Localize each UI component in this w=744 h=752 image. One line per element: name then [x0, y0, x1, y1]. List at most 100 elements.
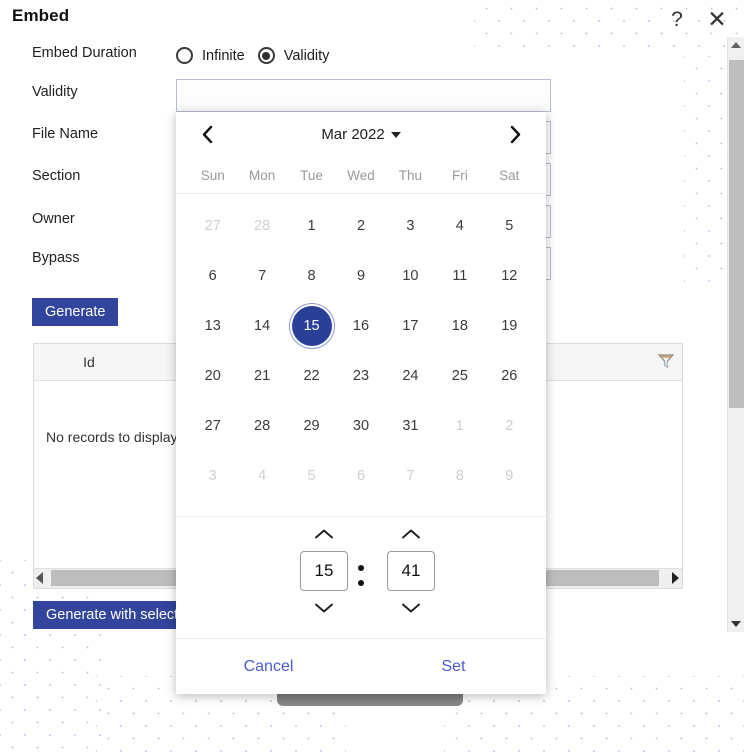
datetime-picker-popup: Mar 2022 Sun Mon Tue Wed Thu Fri Sat 27 28 1 2 3 4 5… — [176, 112, 546, 694]
triangle-up-icon[interactable] — [728, 37, 744, 53]
label-embed-duration: Embed Duration — [32, 45, 137, 61]
radio-infinite[interactable] — [176, 47, 193, 64]
calendar-day-number: 1 — [307, 218, 316, 234]
picker-time-section: 15 41 — [176, 516, 546, 635]
calendar-day[interactable]: 23 — [336, 351, 385, 401]
radio-validity-label[interactable]: Validity — [284, 48, 334, 64]
vertical-scroll-thumb[interactable] — [729, 60, 744, 408]
minute-chevron-down-icon[interactable] — [394, 597, 428, 619]
calendar-day[interactable]: 6 — [336, 451, 385, 501]
calendar-day[interactable]: 27 — [188, 201, 237, 251]
radio-infinite-label[interactable]: Infinite — [202, 48, 249, 64]
calendar-day-number: 5 — [505, 218, 514, 234]
calendar-day-number: 8 — [307, 268, 316, 284]
weekday-wed: Wed — [347, 167, 375, 183]
triangle-down-icon[interactable] — [728, 616, 744, 632]
calendar-day[interactable]: 30 — [336, 401, 385, 451]
picker-month-selector[interactable]: Mar 2022 — [321, 126, 401, 143]
grid-column-id[interactable]: Id — [34, 344, 144, 380]
calendar-day-number: 16 — [352, 318, 370, 334]
calendar-day[interactable]: 13 — [188, 301, 237, 351]
chevron-left-icon[interactable] — [194, 122, 220, 148]
calendar-day[interactable]: 28 — [237, 401, 286, 451]
calendar-day[interactable]: 26 — [485, 351, 534, 401]
calendar-day[interactable]: 6 — [188, 251, 237, 301]
calendar-day-number: 9 — [505, 468, 514, 484]
calendar-day[interactable]: 21 — [237, 351, 286, 401]
triangle-left-icon[interactable] — [36, 572, 43, 584]
validity-input[interactable] — [176, 79, 551, 112]
calendar-day-number: 28 — [254, 418, 271, 434]
time-separator — [354, 565, 368, 586]
funnel-filter-icon[interactable] — [658, 353, 674, 369]
caret-down-icon — [390, 131, 401, 138]
calendar-day-number: 15 — [291, 306, 332, 346]
calendar-day-number: 5 — [307, 468, 316, 484]
calendar-day-number: 10 — [402, 268, 419, 284]
calendar-day[interactable]: 10 — [386, 251, 435, 301]
calendar-day[interactable]: 25 — [435, 351, 484, 401]
hour-chevron-down-icon[interactable] — [307, 597, 341, 619]
calendar-day[interactable]: 8 — [435, 451, 484, 501]
calendar-day[interactable]: 2 — [485, 401, 534, 451]
cancel-button[interactable]: Cancel — [176, 658, 361, 676]
calendar-day-number: 1 — [455, 418, 464, 434]
chevron-right-icon[interactable] — [502, 122, 528, 148]
minute-stepper: 41 — [376, 523, 446, 619]
radio-validity[interactable] — [257, 47, 275, 64]
calendar-day[interactable]: 27 — [188, 401, 237, 451]
help-icon[interactable]: ? — [662, 4, 692, 34]
minute-chevron-up-icon[interactable] — [394, 523, 428, 545]
calendar-day-number: 27 — [204, 218, 221, 234]
calendar-day[interactable]: 3 — [386, 201, 435, 251]
triangle-right-icon[interactable] — [672, 572, 679, 584]
calendar-day[interactable]: 16 — [336, 301, 385, 351]
hour-chevron-up-icon[interactable] — [307, 523, 341, 545]
calendar-day[interactable]: 19 — [485, 301, 534, 351]
calendar-day[interactable]: 28 — [237, 201, 286, 251]
calendar-day-number: 7 — [258, 268, 267, 284]
calendar-day[interactable]: 4 — [237, 451, 286, 501]
calendar-day[interactable]: 20 — [188, 351, 237, 401]
picker-header: Mar 2022 — [176, 112, 546, 157]
calendar-day[interactable]: 9 — [485, 451, 534, 501]
calendar-day[interactable]: 8 — [287, 251, 336, 301]
calendar-day-number: 23 — [352, 368, 370, 384]
calendar-day[interactable]: 11 — [435, 251, 484, 301]
page-vertical-scrollbar[interactable] — [727, 37, 744, 632]
calendar-day-number: 6 — [208, 268, 217, 284]
calendar-day[interactable]: 14 — [237, 301, 286, 351]
grid-empty-message: No records to display — [46, 429, 178, 445]
calendar-day[interactable]: 31 — [386, 401, 435, 451]
calendar-day[interactable]: 17 — [386, 301, 435, 351]
calendar-day[interactable]: 12 — [485, 251, 534, 301]
hour-input[interactable]: 15 — [300, 551, 348, 591]
calendar-day[interactable]: 7 — [386, 451, 435, 501]
generate-button[interactable]: Generate — [32, 298, 119, 326]
calendar-day-number: 8 — [455, 468, 464, 484]
calendar-day[interactable]: 9 — [336, 251, 385, 301]
calendar-day[interactable]: 4 — [435, 201, 484, 251]
label-bypass: Bypass — [32, 250, 80, 266]
calendar-day[interactable]: 5 — [485, 201, 534, 251]
calendar-day[interactable]: 24 — [386, 351, 435, 401]
label-validity: Validity — [32, 84, 78, 100]
calendar-day-number: 24 — [402, 368, 419, 384]
minute-input[interactable]: 41 — [387, 551, 435, 591]
calendar-day[interactable]: 29 — [287, 401, 336, 451]
calendar-day-number: 9 — [356, 268, 366, 284]
calendar-day[interactable]: 7 — [237, 251, 286, 301]
set-button[interactable]: Set — [361, 658, 546, 676]
calendar-day[interactable]: 18 — [435, 301, 484, 351]
calendar-day-number: 22 — [303, 368, 320, 384]
calendar-day[interactable]: 1 — [287, 201, 336, 251]
calendar-day-number: 26 — [501, 368, 518, 384]
calendar-day-number: 21 — [254, 368, 271, 384]
calendar-day[interactable]: 3 — [188, 451, 237, 501]
calendar-day[interactable]: 2 — [336, 201, 385, 251]
calendar-day[interactable]: 15 — [287, 301, 336, 351]
close-icon[interactable]: ✕ — [702, 4, 732, 34]
calendar-day[interactable]: 5 — [287, 451, 336, 501]
calendar-day[interactable]: 1 — [435, 401, 484, 451]
calendar-day[interactable]: 22 — [287, 351, 336, 401]
